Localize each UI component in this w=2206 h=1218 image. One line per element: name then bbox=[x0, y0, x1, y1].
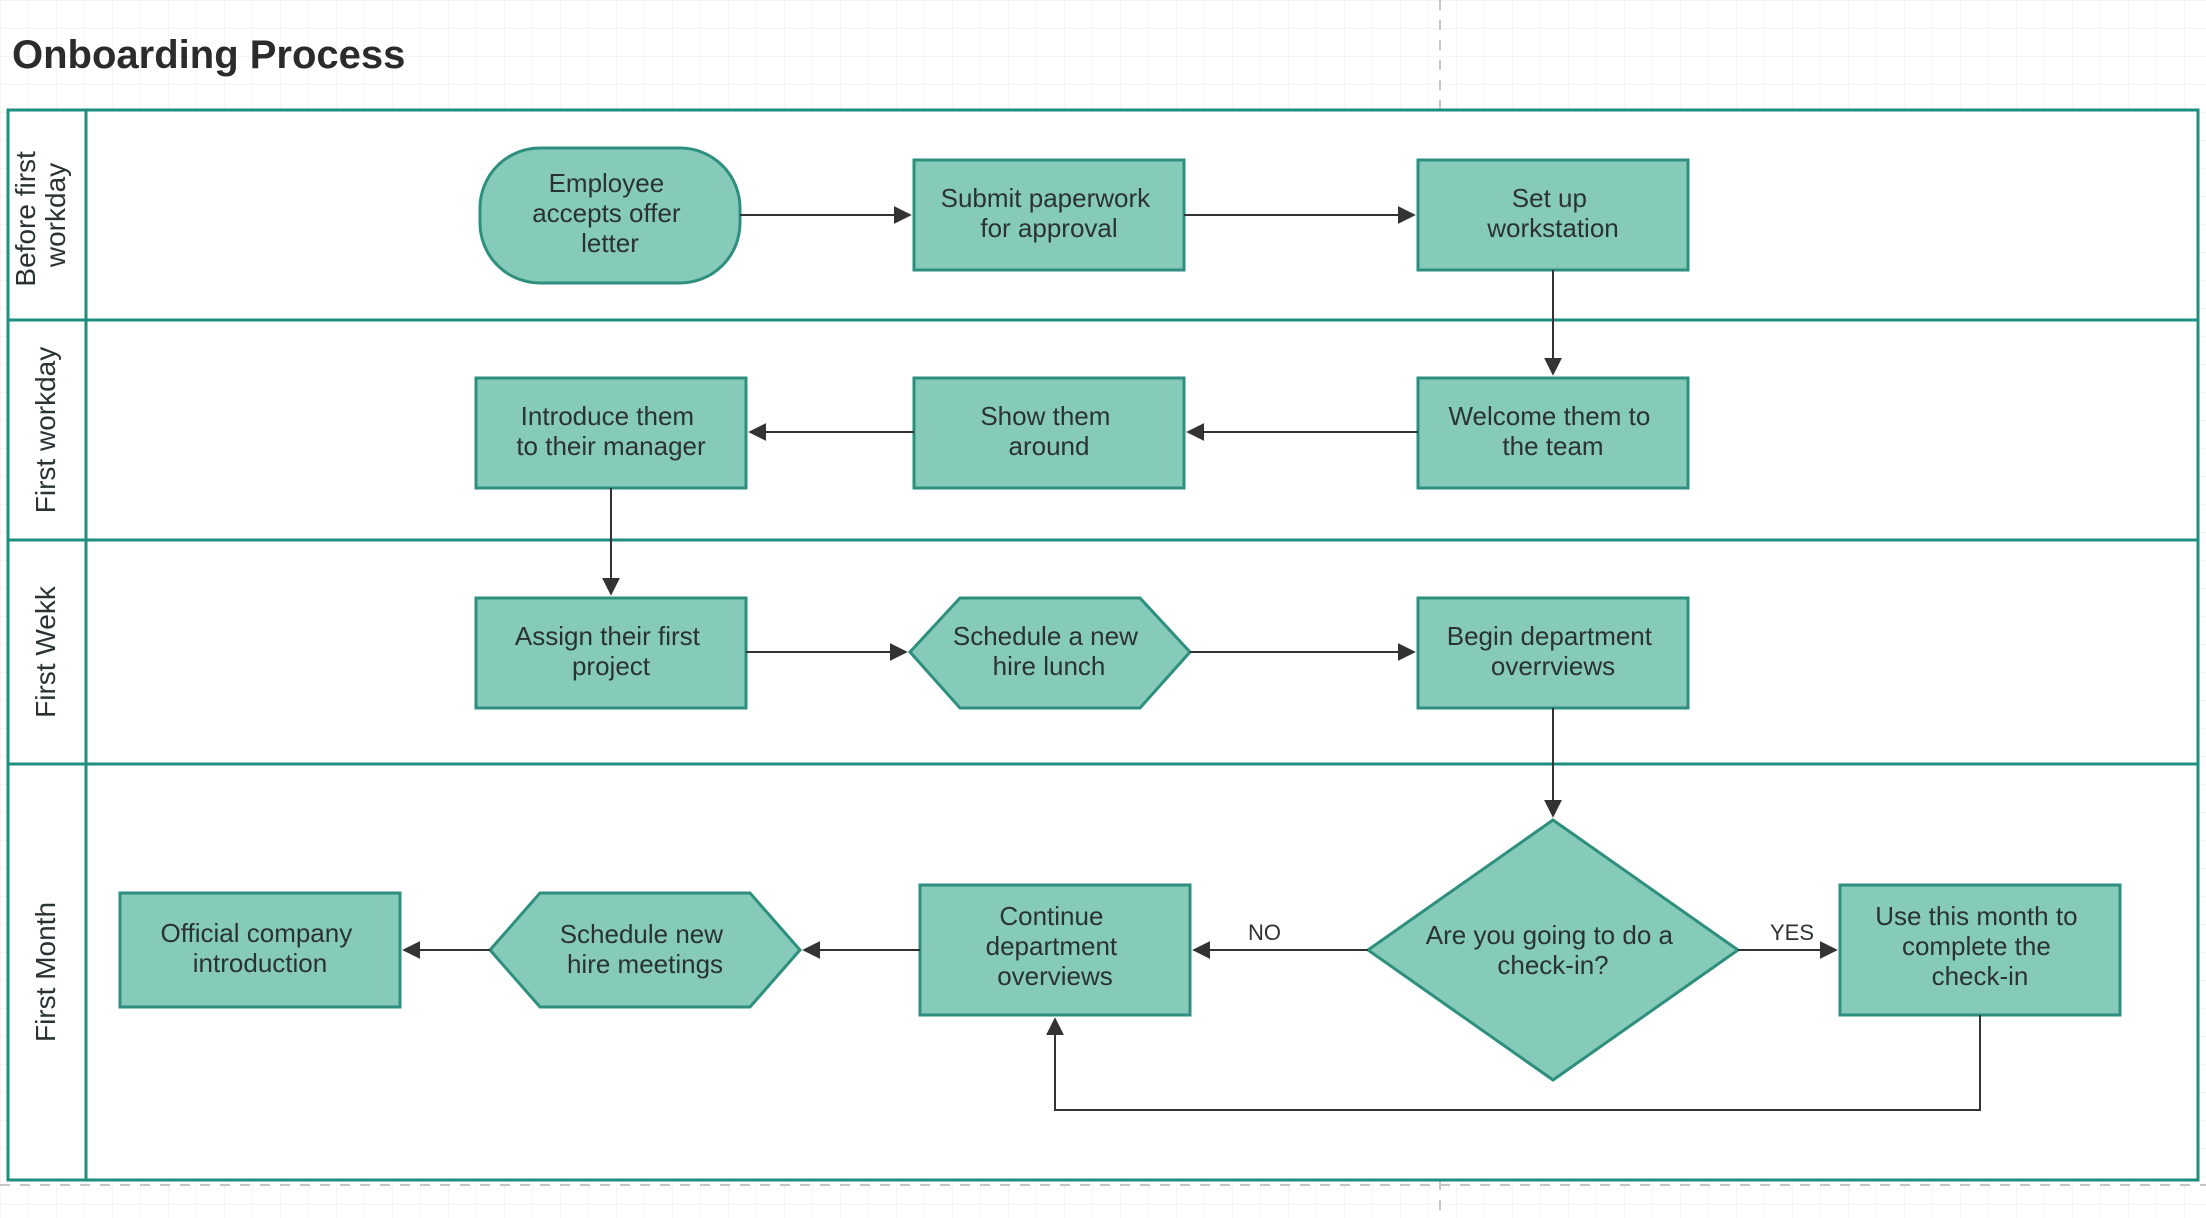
diagram-title: Onboarding Process bbox=[12, 33, 405, 77]
lane-label-2: First Wekk bbox=[30, 585, 61, 718]
node-company[interactable]: Official company introduction bbox=[120, 893, 400, 1007]
node-accept[interactable]: Employee accepts offer letter bbox=[480, 148, 740, 283]
edge-label-no: NO bbox=[1248, 920, 1281, 945]
lane-label-0: Before first workday bbox=[10, 143, 71, 286]
node-meetings[interactable]: Schedule new hire meetings bbox=[490, 893, 800, 1007]
svg-text:Before first workday: Before first workday bbox=[10, 143, 71, 286]
node-overview[interactable]: Begin department overrviews bbox=[1418, 598, 1688, 708]
lane-label-1: First workday bbox=[30, 347, 61, 513]
node-use-month[interactable]: Use this month to complete the check-in bbox=[1840, 885, 2120, 1015]
node-assign[interactable]: Assign their first project bbox=[476, 598, 746, 708]
node-tour[interactable]: Show them around bbox=[914, 378, 1184, 488]
svg-text:Continue department ov: Continue department overviews bbox=[986, 901, 1125, 991]
node-intro-manager[interactable]: Introduce them to their manager bbox=[476, 378, 746, 488]
node-workstation[interactable]: Set up workstation bbox=[1418, 160, 1688, 270]
svg-text:Schedule new hire meetings: Schedule new hire meetings bbox=[560, 919, 731, 979]
flowchart-canvas: Onboarding Process Before first workday … bbox=[0, 0, 2206, 1218]
edge-label-yes: YES bbox=[1770, 920, 1814, 945]
node-continue[interactable]: Continue department overviews bbox=[920, 885, 1190, 1015]
svg-text:Introduce them to their ma: Introduce them to their manager bbox=[516, 401, 706, 461]
lane-label-3: First Month bbox=[30, 902, 61, 1042]
node-welcome[interactable]: Welcome them to the team bbox=[1418, 378, 1688, 488]
node-paperwork[interactable]: Submit paperwork for approval bbox=[914, 160, 1184, 270]
node-lunch[interactable]: Schedule a new hire lunch bbox=[910, 598, 1190, 708]
